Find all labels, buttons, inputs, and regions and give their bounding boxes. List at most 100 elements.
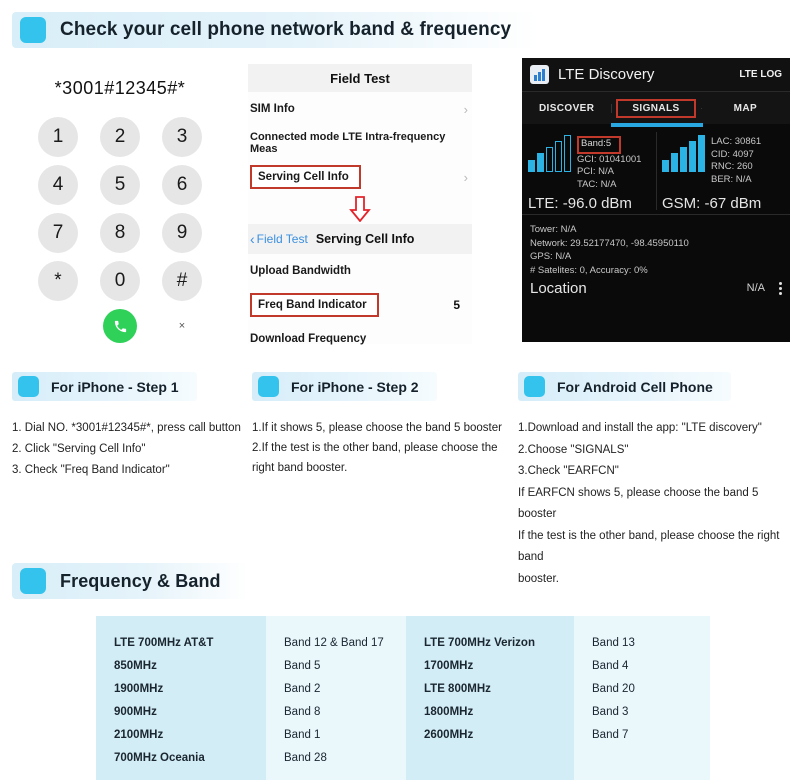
step-line: 2.Choose "SIGNALS" — [518, 443, 629, 456]
row-label: Download Frequency — [250, 333, 367, 345]
dial-key-2[interactable]: 2 — [100, 117, 140, 157]
table-cell: Band 20 — [592, 683, 635, 695]
dial-key-hash[interactable]: # — [162, 261, 202, 301]
dial-key-3[interactable]: 3 — [162, 117, 202, 157]
lte-dbm-value: LTE: -96.0 dBm — [528, 195, 632, 212]
tab-label: DISCOVER — [538, 102, 595, 114]
gsm-ber: BER: N/A — [711, 173, 752, 185]
network-value: Network: 29.52177470, -98.45950110 — [530, 237, 689, 249]
step-header: For Android Cell Phone — [518, 372, 731, 401]
step-column-iphone-1: For iPhone - Step 1 1. Dial NO. *3001#12… — [12, 372, 248, 481]
frequency-band-title: Frequency & Band — [60, 570, 221, 591]
tab-map[interactable]: MAP — [700, 103, 790, 114]
dial-key-6[interactable]: 6 — [162, 165, 202, 205]
step-line: 2. Click "Serving Cell Info" — [12, 443, 146, 455]
table-cell: Band 28 — [284, 752, 327, 764]
table-column-band-1: Band 12 & Band 17 Band 5 Band 2 Band 8 B… — [266, 616, 406, 780]
table-cell: 2600MHz — [424, 729, 474, 741]
table-cell: 1800MHz — [424, 706, 474, 718]
field-test-row-connected-mode[interactable]: Connected mode LTE Intra-frequency Meas — [248, 126, 472, 160]
dial-key-0[interactable]: 0 — [100, 261, 140, 301]
app-tab-bar: DISCOVER SIGNALS MAP — [522, 92, 790, 127]
overflow-menu-icon[interactable] — [779, 282, 782, 296]
gps-value: GPS: N/A — [530, 251, 572, 262]
location-summary-row: Location N/A — [530, 281, 782, 296]
step-header: For iPhone - Step 2 — [252, 372, 437, 401]
lte-signal-card[interactable]: Band:5 GCI: 01041001 PCI: N/A TAC: N/A L… — [522, 128, 656, 214]
call-button[interactable] — [103, 309, 137, 343]
step-body: 1.If it shows 5, please choose the band … — [252, 418, 514, 478]
step-body: 1.Download and install the app: "LTE dis… — [518, 418, 794, 590]
step-chip-icon — [524, 376, 545, 397]
step-title: For iPhone - Step 1 — [51, 378, 179, 395]
dial-key-star[interactable]: * — [38, 261, 78, 301]
active-tab-underline — [611, 123, 703, 127]
table-cell: Band 7 — [592, 729, 629, 741]
step-chip-icon — [18, 376, 39, 397]
gsm-rnc: RNC: 260 — [711, 161, 753, 172]
field-test-row-serving-cell-info[interactable]: Serving Cell Info › — [248, 160, 472, 194]
dial-key-5[interactable]: 5 — [100, 165, 140, 205]
frequency-band-table: LTE 700MHz AT&T 850MHz 1900MHz 900MHz 21… — [96, 616, 710, 780]
freq-band-value: 5 — [453, 298, 460, 312]
detail-row-freq-band-indicator[interactable]: Freq Band Indicator 5 — [248, 288, 472, 322]
subpage-title: Serving Cell Info — [315, 232, 415, 246]
gsm-signal-card[interactable]: LAC: 30861 CID: 4097 RNC: 260 BER: N/A G… — [656, 128, 790, 214]
step-line: right band booster. — [252, 462, 348, 474]
table-cell: 900MHz — [114, 706, 157, 718]
step-body: 1. Dial NO. *3001#12345#*, press call bu… — [12, 418, 248, 481]
detail-row-upload-bandwidth[interactable]: Upload Bandwidth — [248, 254, 472, 288]
gsm-lac: LAC: 30861 — [711, 136, 762, 147]
step-line: If the test is the other band, please ch… — [518, 529, 780, 564]
dial-key-1[interactable]: 1 — [38, 117, 78, 157]
table-cell: Band 8 — [284, 706, 321, 718]
row-label: SIM Info — [250, 103, 295, 115]
dial-key-7[interactable]: 7 — [38, 213, 78, 253]
dial-key-8[interactable]: 8 — [100, 213, 140, 253]
tab-signals[interactable]: SIGNALS — [611, 98, 700, 118]
step-line: 1.Download and install the app: "LTE dis… — [518, 422, 762, 434]
flow-arrow — [248, 194, 472, 224]
gsm-dbm-value: GSM: -67 dBm — [662, 195, 762, 212]
table-cell: 1700MHz — [424, 660, 474, 672]
frequency-band-header: Frequency & Band — [12, 563, 249, 599]
step-column-android: For Android Cell Phone 1.Download and in… — [518, 372, 794, 590]
table-cell: Band 12 & Band 17 — [284, 637, 384, 649]
field-test-row-sim-info[interactable]: SIM Info › — [248, 92, 472, 126]
step-chip-icon — [258, 376, 279, 397]
chevron-right-icon: › — [463, 101, 468, 117]
header-chip-icon — [20, 568, 46, 594]
field-test-title: Field Test — [248, 64, 472, 92]
dial-key-4[interactable]: 4 — [38, 165, 78, 205]
page-title: Check your cell phone network band & fre… — [60, 19, 512, 40]
table-cell: LTE 700MHz Verizon — [424, 637, 535, 649]
table-cell: Band 13 — [592, 637, 635, 649]
iphone-dialer-panel: *3001#12345#* 1 2 3 4 5 6 7 8 9 * 0 # × — [0, 58, 240, 348]
back-to-field-test-button[interactable]: ‹ Field Test — [250, 231, 308, 247]
step-title: For iPhone - Step 2 — [291, 378, 419, 395]
step-title: For Android Cell Phone — [557, 378, 713, 395]
gsm-signal-bars-icon — [662, 135, 705, 172]
delete-button[interactable]: × — [179, 320, 185, 332]
tab-discover[interactable]: DISCOVER — [522, 103, 611, 114]
table-cell: Band 3 — [592, 706, 629, 718]
dialed-number-display: *3001#12345#* — [54, 78, 186, 98]
dial-key-9[interactable]: 9 — [162, 213, 202, 253]
table-cell: 850MHz — [114, 660, 157, 672]
row-label: Connected mode LTE Intra-frequency Meas — [250, 131, 446, 155]
arrow-down-icon — [349, 196, 371, 222]
detail-row-download-frequency[interactable]: Download Frequency — [248, 322, 472, 356]
lte-signal-bars-icon — [528, 135, 571, 172]
step-header: For iPhone - Step 1 — [12, 372, 197, 401]
table-column-frequency-2: LTE 700MHz Verizon 1700MHz LTE 800MHz 18… — [406, 616, 574, 780]
location-card[interactable]: Tower: N/A Network: 29.52177470, -98.459… — [522, 214, 790, 296]
table-cell: 700MHz Oceania — [114, 752, 205, 764]
lte-log-button[interactable]: LTE LOG — [739, 69, 782, 80]
table-cell: Band 2 — [284, 683, 321, 695]
row-label-highlighted: Freq Band Indicator — [250, 293, 379, 317]
chevron-left-icon: ‹ — [250, 231, 255, 247]
step-line: 2.If the test is the other band, please … — [252, 442, 498, 454]
table-cell: 1900MHz — [114, 683, 164, 695]
header-chip-icon — [20, 17, 46, 43]
lte-gci: GCI: 01041001 — [577, 153, 642, 165]
